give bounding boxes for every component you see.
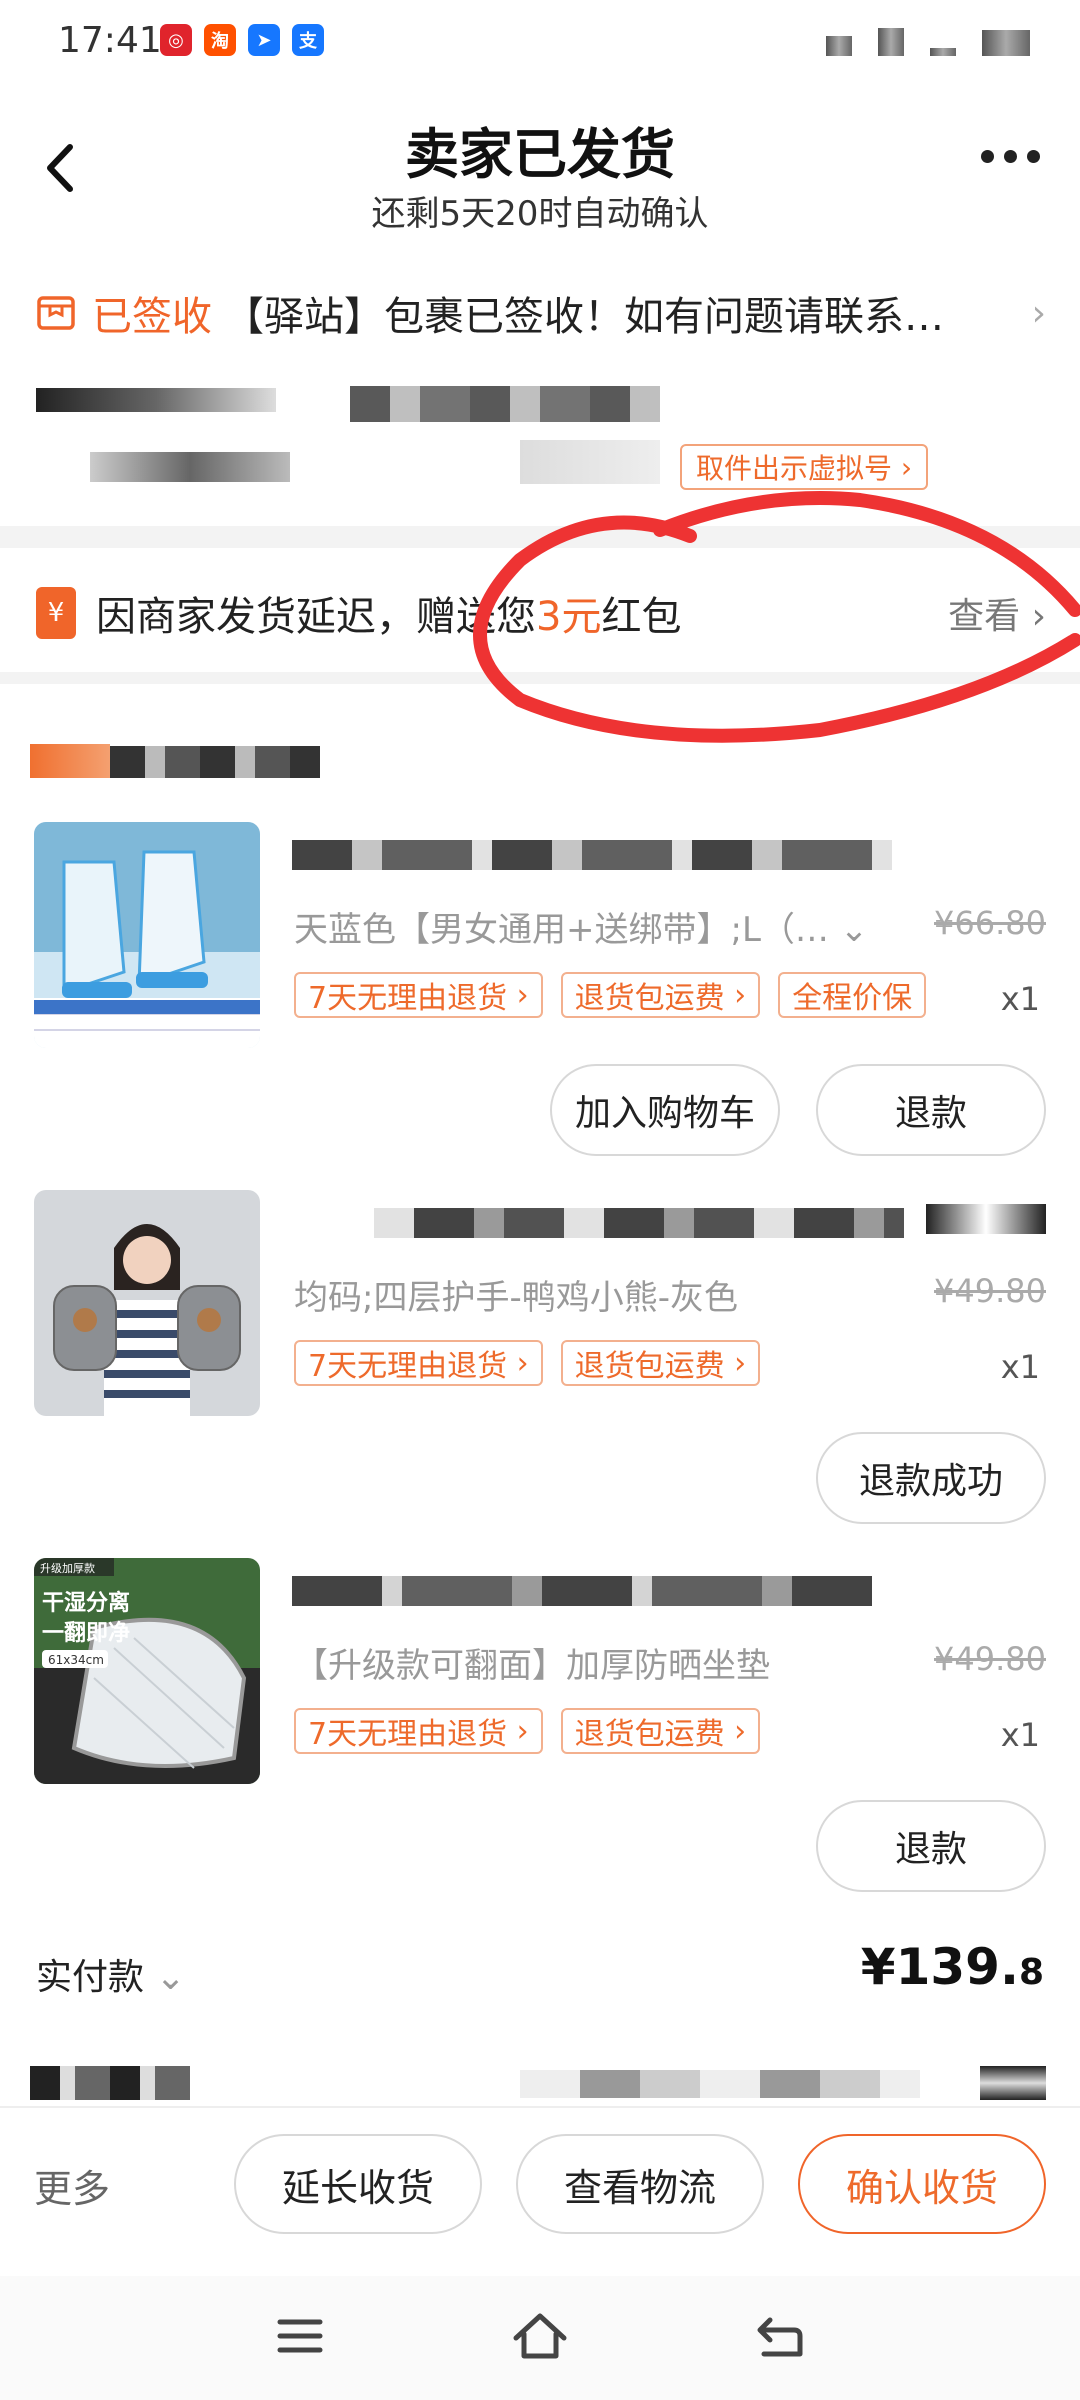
service-tags: 7天无理由退货 › 退货包运费 › [294,1340,761,1386]
paid-amount-decimal: 8 [1018,1952,1044,1993]
more-dot-icon [981,150,994,163]
tag-label: 退货包运费 [574,981,725,1016]
tag-7day-return[interactable]: 7天无理由退货 › [294,1708,543,1754]
auto-confirm-countdown: 还剩5天20时自动确认 [371,194,709,234]
taobao-icon: 淘 [204,24,236,56]
thumb-label: 升级加厚款 [40,1561,95,1575]
product-image[interactable] [34,1190,260,1416]
network-icon [930,48,956,56]
status-time: 17:41 [58,20,162,61]
package-icon [37,296,75,330]
add-to-cart-button[interactable]: 加入购物车 [550,1064,780,1156]
paid-amount-toggle[interactable]: 实付款 ⌄ [36,1948,186,2000]
status-indicators [826,28,1030,56]
quantity: x1 [1000,1348,1040,1386]
system-navigation-bar [0,2276,1080,2400]
more-options-button[interactable] [981,150,1040,163]
logistics-status: 已签收 [92,294,212,340]
chevron-down-icon: ⌄ [155,1957,186,1998]
product-title-redacted [292,840,892,870]
product-title-redacted [374,1208,904,1238]
thumb-headline: 一翻即净 [42,1620,130,1646]
logistics-latest-text: 【驿站】包裹已签收！如有问题请联系… [224,294,944,340]
tag-label: 7天无理由退货 [308,981,508,1016]
pickup-virtual-number-button[interactable]: 取件出示虚拟号 › [680,444,929,490]
wifi-icon [878,28,904,56]
section-divider [0,672,1080,684]
tag-return-shipping[interactable]: 退货包运费 › [560,1340,761,1386]
refund-button[interactable]: 退款 [816,1064,1046,1156]
tag-return-shipping[interactable]: 退货包运费 › [560,1708,761,1754]
product-sku: 均码;四层护手-鸭鸡小熊-灰色 [294,1278,738,1318]
confirm-receipt-button[interactable]: 确认收货 [798,2134,1046,2234]
view-logistics-button[interactable]: 查看物流 [516,2134,764,2234]
netease-music-icon: ◎ [160,24,192,56]
original-price: ¥49.80 [934,1272,1046,1310]
paid-label: 实付款 [36,1957,145,1998]
menu-icon[interactable] [270,2306,330,2366]
status-app-icons: ◎ 淘 ➤ 支 [160,24,324,56]
logistics-row[interactable]: 已签收 【驿站】包裹已签收！如有问题请联系… › [36,278,1046,348]
red-packet-text-suffix: 红包 [601,594,682,640]
sku-text: 天蓝色【男女通用+送绑带】;L（… [294,910,829,950]
signal-icon [826,36,852,56]
section-divider [0,526,1080,548]
product-sku[interactable]: 天蓝色【男女通用+送绑带】;L（… ⌄ [294,902,868,951]
product-sku: 【升级款可翻面】加厚防晒坐垫 [294,1646,770,1686]
page-title: 卖家已发货 [405,123,675,186]
tag-price-protection[interactable]: 全程价保 [778,972,927,1018]
refund-success-button[interactable]: 退款成功 [816,1432,1046,1524]
tag-return-shipping[interactable]: 退货包运费 › [560,972,761,1018]
tag-label: 全程价保 [792,981,913,1016]
red-packet-icon: ¥ [36,587,76,639]
back-nav-icon[interactable] [750,2306,810,2366]
thumb-headline: 干湿分离 [42,1590,130,1616]
red-packet-amount: 3元 [536,594,602,640]
pickup-button-label: 取件出示虚拟号 [696,452,893,485]
quantity: x1 [1000,980,1040,1018]
bottom-action-bar: 更多 延长收货 查看物流 确认收货 [0,2106,1080,2276]
red-packet-view-link[interactable]: 查看 › [948,587,1046,639]
quantity: x1 [1000,1716,1040,1754]
home-icon[interactable] [510,2306,570,2366]
alipay-icon: 支 [292,24,324,56]
original-price: ¥66.80 [934,904,1046,942]
tag-label: 7天无理由退货 [308,1717,508,1752]
view-label: 查看 [948,596,1021,637]
service-tags: 7天无理由退货 › 退货包运费 › [294,1708,761,1754]
redacted-mark [926,1204,1046,1234]
refund-button[interactable]: 退款 [816,1800,1046,1892]
original-price: ¥49.80 [934,1640,1046,1678]
service-tags: 7天无理由退货 › 退货包运费 › 全程价保 [294,972,927,1018]
red-packet-text: 因商家发货延迟，赠送您3元红包 [96,584,681,642]
red-packet-row[interactable]: ¥ 因商家发货延迟，赠送您3元红包 查看 › [36,578,1046,648]
more-actions-button[interactable]: 更多 [34,2158,110,2213]
paid-amount: ¥139.8 [861,1938,1044,1996]
thumb-size: 61x34cm [48,1653,104,1667]
product-title-redacted [292,1576,872,1606]
battery-icon [982,30,1030,56]
tag-label: 退货包运费 [574,1349,725,1384]
extend-receipt-button[interactable]: 延长收货 [234,2134,482,2234]
status-bar: 17:41 ◎ 淘 ➤ 支 [0,0,1080,80]
tag-7day-return[interactable]: 7天无理由退货 › [294,972,543,1018]
send-app-icon: ➤ [248,24,280,56]
product-image[interactable]: 升级加厚款 干湿分离 一翻即净 61x34cm [34,1558,260,1784]
tag-label: 7天无理由退货 [308,1349,508,1384]
paid-amount-main: ¥139. [860,1938,1019,1996]
tag-7day-return[interactable]: 7天无理由退货 › [294,1340,543,1386]
tag-label: 退货包运费 [574,1717,725,1752]
red-packet-text-prefix: 因商家发货延迟，赠送您 [96,594,536,640]
product-image[interactable] [34,822,260,1048]
chevron-right-icon: › [1031,292,1046,334]
